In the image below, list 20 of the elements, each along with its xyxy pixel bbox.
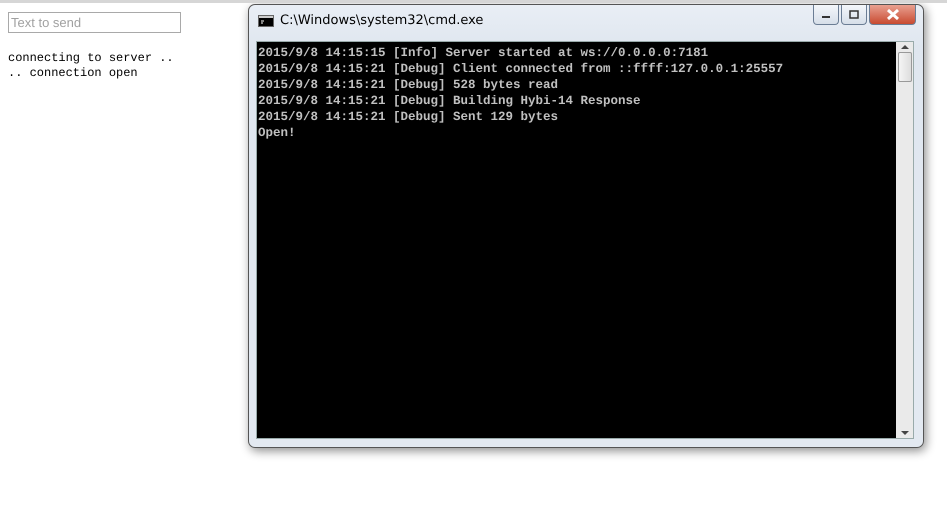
window-title: C:\Windows\system32\cmd.exe <box>280 12 484 30</box>
close-icon <box>886 9 900 20</box>
console-line: 2015/9/8 14:15:21 [Debug] Client connected from ::ffff:127.0.0.1:25557 <box>258 61 784 77</box>
scroll-up-icon[interactable] <box>900 44 908 50</box>
console-line: Open! <box>258 125 296 141</box>
maximize-icon <box>849 10 859 19</box>
scrollbar-thumb[interactable] <box>898 52 912 82</box>
console-line: 2015/9/8 14:15:21 [Debug] Building Hybi-14 Response <box>258 93 641 109</box>
console-app-icon <box>258 15 274 27</box>
console-line: 2015/9/8 14:15:21 [Debug] 528 bytes read <box>258 77 558 93</box>
log-line: connecting to server .. <box>8 51 174 66</box>
scrollbar[interactable] <box>896 42 913 438</box>
send-text-field[interactable]: Text to send <box>8 12 181 33</box>
close-button[interactable] <box>869 5 916 25</box>
console-line: 2015/9/8 14:15:15 [Info] Server started at ws://0.0.0.0:7181 <box>258 45 708 61</box>
scroll-down-icon[interactable] <box>900 430 908 436</box>
log-line: .. connection open <box>8 66 138 81</box>
console-line: 2015/9/8 14:15:21 [Debug] Sent 129 bytes <box>258 109 558 125</box>
maximize-button[interactable] <box>841 5 867 25</box>
minimize-button[interactable] <box>813 5 839 25</box>
